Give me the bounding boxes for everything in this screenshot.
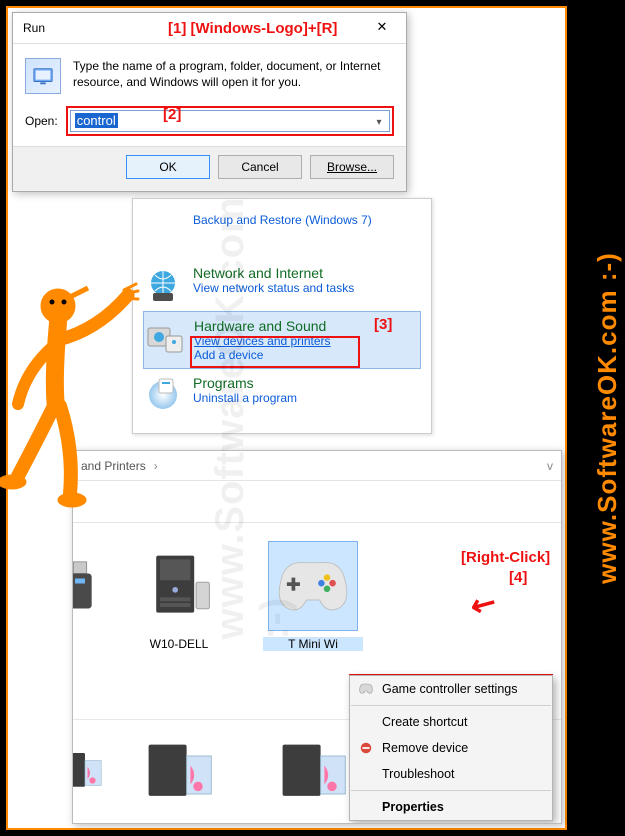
annotation-4a: [Right-Click] <box>461 549 550 566</box>
device-item-generic[interactable] <box>129 730 229 813</box>
cp-link-uninstall[interactable]: Uninstall a program <box>193 391 297 405</box>
menu-troubleshoot[interactable]: Troubleshoot <box>350 761 552 787</box>
menu-label: Create shortcut <box>382 715 467 729</box>
cp-link-devices-printers[interactable]: View devices and printers <box>194 334 331 348</box>
annotation-4b: [4] <box>509 569 527 586</box>
device-item-generic[interactable] <box>72 730 95 813</box>
menu-game-controller-settings[interactable]: Game controller settings <box>350 676 552 702</box>
ok-button[interactable]: OK <box>126 155 210 179</box>
cp-link-backup[interactable]: Backup and Restore (Windows 7) <box>193 213 372 227</box>
run-message: Type the name of a program, folder, docu… <box>73 58 394 94</box>
hardware-icon <box>144 318 184 358</box>
run-title-text: Run <box>23 21 45 35</box>
cp-cat-hardware[interactable]: Hardware and Sound <box>194 318 326 334</box>
run-open-input[interactable] <box>70 110 390 132</box>
menu-create-shortcut[interactable]: Create shortcut <box>350 709 552 735</box>
device-item-usb[interactable]: SB ter <box>72 541 95 665</box>
annotation-1: [1] [Windows-Logo]+[R] <box>168 20 337 37</box>
annotation-3: [3] <box>374 316 392 333</box>
menu-label: Properties <box>382 800 444 814</box>
device-label: T Mini Wi <box>263 637 363 651</box>
cp-link-network-status[interactable]: View network status and tasks <box>193 281 354 295</box>
cp-cat-network[interactable]: Network and Internet <box>193 265 323 281</box>
device-label: W10-DELL <box>129 637 229 651</box>
gamepad-icon <box>358 681 374 697</box>
context-menu: Game controller settings Create shortcut… <box>349 675 553 821</box>
run-dialog: Run ✕ Type the name of a program, folder… <box>12 12 407 192</box>
menu-label: Game controller settings <box>382 682 517 696</box>
device-item-controller[interactable]: T Mini Wi <box>263 541 363 665</box>
programs-icon <box>143 375 183 415</box>
chevron-right-icon[interactable]: › <box>154 459 158 473</box>
menu-label: Troubleshoot <box>382 767 455 781</box>
device-label: SB ter <box>72 637 95 665</box>
mascot-figure <box>0 278 146 518</box>
chevron-down-icon[interactable]: ▾ <box>371 113 387 131</box>
network-icon <box>143 265 183 305</box>
cancel-button[interactable]: Cancel <box>218 155 302 179</box>
browse-button[interactable]: Browse... <box>310 155 394 179</box>
annotation-2: [2] <box>163 106 181 123</box>
cp-link-add-device[interactable]: Add a device <box>194 348 331 362</box>
remove-icon <box>358 740 374 756</box>
run-open-label: Open: <box>25 114 58 128</box>
close-icon[interactable]: ✕ <box>364 17 400 39</box>
toolbar <box>73 481 561 523</box>
run-app-icon <box>25 58 61 94</box>
placeholder-icon <box>143 213 183 253</box>
menu-label: Remove device <box>382 741 468 755</box>
chevron-down-icon[interactable]: v <box>547 459 553 473</box>
watermark-text: www.SoftwareOK.com :-) <box>592 252 623 584</box>
device-item-generic[interactable] <box>263 730 363 813</box>
breadcrumb: and Printers › v <box>73 451 561 481</box>
menu-remove-device[interactable]: Remove device <box>350 735 552 761</box>
device-item-pc[interactable]: W10-DELL <box>129 541 229 665</box>
cp-cat-programs[interactable]: Programs <box>193 375 254 391</box>
menu-properties[interactable]: Properties <box>350 794 552 820</box>
